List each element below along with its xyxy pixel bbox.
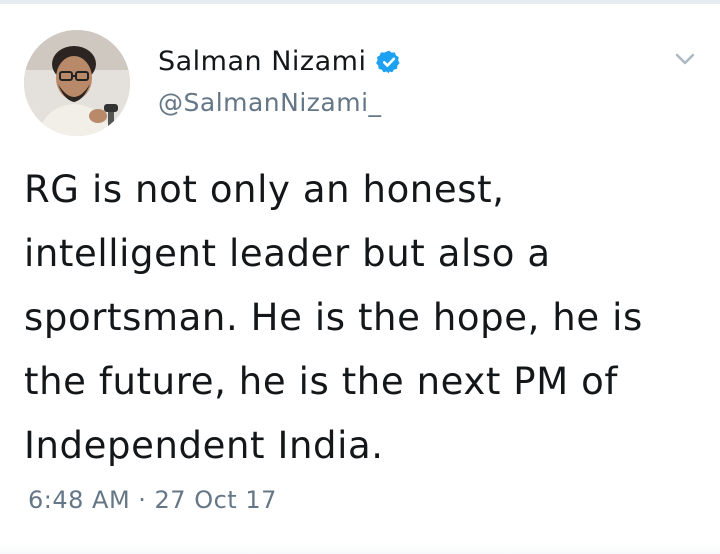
tweet-text-line: the future, he is the next PM of	[24, 360, 618, 403]
tweet-menu-button[interactable]	[672, 46, 698, 72]
author-name-row: Salman Nizami	[158, 46, 402, 77]
author-display-name[interactable]: Salman Nizami	[158, 46, 366, 77]
tweet-text-line: RG is not only an honest,	[24, 168, 505, 211]
tweet-card: Salman Nizami @SalmanNizami_ RG is not o…	[0, 4, 720, 554]
chevron-down-icon	[675, 53, 695, 65]
bottom-divider	[0, 544, 720, 554]
verified-badge-icon	[376, 49, 402, 75]
tweet-text-line: Independent India.	[24, 424, 384, 467]
tweet-text-line: sportsman. He is the hope, he is	[24, 296, 643, 339]
tweet-timestamp[interactable]: 6:48 AM · 27 Oct 17	[28, 486, 277, 514]
tweet-text-line: intelligent leader but also a	[24, 232, 551, 275]
author-avatar[interactable]	[24, 30, 130, 136]
tweet-text: RG is not only an honest, intelligent le…	[24, 158, 704, 478]
author-handle[interactable]: @SalmanNizami_	[158, 88, 382, 117]
avatar-photo-icon	[24, 30, 130, 136]
